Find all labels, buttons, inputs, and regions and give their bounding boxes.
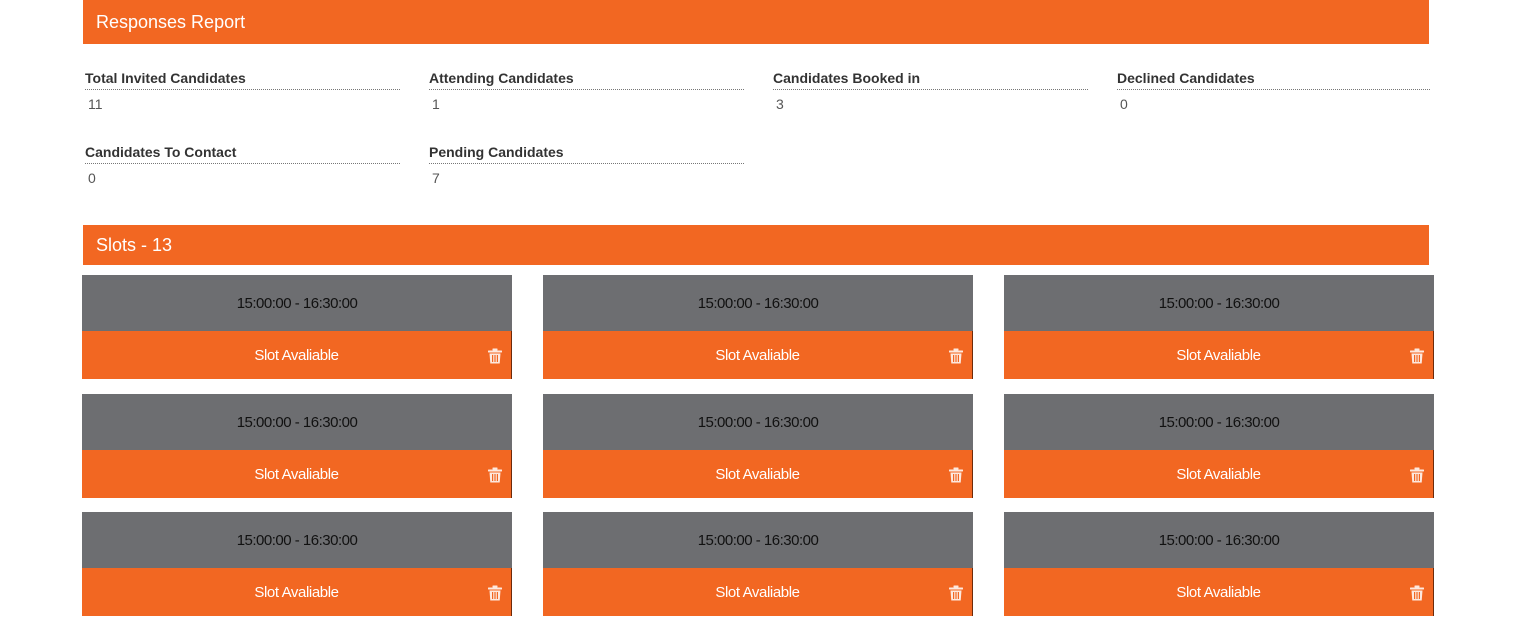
slot-time: 15:00:00 - 16:30:00 bbox=[82, 394, 512, 450]
trash-icon[interactable] bbox=[488, 348, 502, 364]
slot-time: 15:00:00 - 16:30:00 bbox=[1004, 512, 1434, 568]
trash-icon[interactable] bbox=[488, 467, 502, 483]
slot-status-label: Slot Avaliable bbox=[715, 583, 800, 601]
stat-label: Candidates Booked in bbox=[773, 66, 1088, 90]
stat-declined: Declined Candidates 0 bbox=[1117, 66, 1430, 112]
trash-icon[interactable] bbox=[1410, 467, 1424, 483]
slot-status[interactable]: Slot Avaliable bbox=[543, 450, 973, 498]
slot-status-label: Slot Avaliable bbox=[1176, 583, 1261, 601]
stat-label: Declined Candidates bbox=[1117, 66, 1430, 90]
stat-pending: Pending Candidates 7 bbox=[429, 140, 744, 186]
stat-value: 1 bbox=[432, 96, 440, 112]
slot-card: 15:00:00 - 16:30:00 Slot Avaliable bbox=[543, 275, 973, 379]
stat-total-invited: Total Invited Candidates 11 bbox=[85, 66, 400, 112]
slot-status[interactable]: Slot Avaliable bbox=[1004, 568, 1434, 616]
slot-card: 15:00:00 - 16:30:00 Slot Avaliable bbox=[82, 512, 512, 616]
slot-card: 15:00:00 - 16:30:00 Slot Avaliable bbox=[82, 275, 512, 379]
slot-status-label: Slot Avaliable bbox=[715, 465, 800, 483]
slots-title: Slots - 13 bbox=[96, 234, 173, 255]
stat-label: Candidates To Contact bbox=[85, 140, 400, 164]
slot-time: 15:00:00 - 16:30:00 bbox=[82, 512, 512, 568]
slot-status[interactable]: Slot Avaliable bbox=[543, 568, 973, 616]
slot-status[interactable]: Slot Avaliable bbox=[1004, 450, 1434, 498]
stat-value: 7 bbox=[432, 170, 440, 186]
slot-status[interactable]: Slot Avaliable bbox=[1004, 331, 1434, 379]
stat-booked-in: Candidates Booked in 3 bbox=[773, 66, 1088, 112]
trash-icon[interactable] bbox=[1410, 585, 1424, 601]
slot-status[interactable]: Slot Avaliable bbox=[82, 568, 512, 616]
slot-status[interactable]: Slot Avaliable bbox=[543, 331, 973, 379]
responses-report-title: Responses Report bbox=[96, 11, 246, 32]
stat-label: Attending Candidates bbox=[429, 66, 744, 90]
trash-icon[interactable] bbox=[949, 467, 963, 483]
slots-header: Slots - 13 bbox=[83, 225, 1429, 265]
slot-card: 15:00:00 - 16:30:00 Slot Avaliable bbox=[543, 394, 973, 498]
slot-card: 15:00:00 - 16:30:00 Slot Avaliable bbox=[1004, 394, 1434, 498]
slot-card: 15:00:00 - 16:30:00 Slot Avaliable bbox=[82, 394, 512, 498]
slot-status-label: Slot Avaliable bbox=[254, 583, 339, 601]
slot-card: 15:00:00 - 16:30:00 Slot Avaliable bbox=[1004, 512, 1434, 616]
slot-status-label: Slot Avaliable bbox=[254, 465, 339, 483]
slot-status-label: Slot Avaliable bbox=[1176, 465, 1261, 483]
slot-time: 15:00:00 - 16:30:00 bbox=[1004, 275, 1434, 331]
slot-time: 15:00:00 - 16:30:00 bbox=[82, 275, 512, 331]
trash-icon[interactable] bbox=[949, 585, 963, 601]
slot-status-label: Slot Avaliable bbox=[254, 346, 339, 364]
slot-card: 15:00:00 - 16:30:00 Slot Avaliable bbox=[543, 512, 973, 616]
trash-icon[interactable] bbox=[949, 348, 963, 364]
slot-time: 15:00:00 - 16:30:00 bbox=[1004, 394, 1434, 450]
stat-value: 0 bbox=[88, 170, 96, 186]
slot-status-label: Slot Avaliable bbox=[715, 346, 800, 364]
trash-icon[interactable] bbox=[1410, 348, 1424, 364]
slot-card: 15:00:00 - 16:30:00 Slot Avaliable bbox=[1004, 275, 1434, 379]
slot-time: 15:00:00 - 16:30:00 bbox=[543, 512, 973, 568]
slot-time: 15:00:00 - 16:30:00 bbox=[543, 275, 973, 331]
slot-status-label: Slot Avaliable bbox=[1176, 346, 1261, 364]
slot-status[interactable]: Slot Avaliable bbox=[82, 450, 512, 498]
stat-label: Pending Candidates bbox=[429, 140, 744, 164]
slot-status[interactable]: Slot Avaliable bbox=[82, 331, 512, 379]
stat-to-contact: Candidates To Contact 0 bbox=[85, 140, 400, 186]
trash-icon[interactable] bbox=[488, 585, 502, 601]
page: Responses Report Total Invited Candidate… bbox=[0, 0, 1513, 623]
responses-report-header: Responses Report bbox=[83, 0, 1429, 44]
stat-value: 11 bbox=[88, 96, 103, 112]
stat-value: 0 bbox=[1120, 96, 1128, 112]
stat-attending: Attending Candidates 1 bbox=[429, 66, 744, 112]
slot-time: 15:00:00 - 16:30:00 bbox=[543, 394, 973, 450]
stat-label: Total Invited Candidates bbox=[85, 66, 400, 90]
stat-value: 3 bbox=[776, 96, 784, 112]
